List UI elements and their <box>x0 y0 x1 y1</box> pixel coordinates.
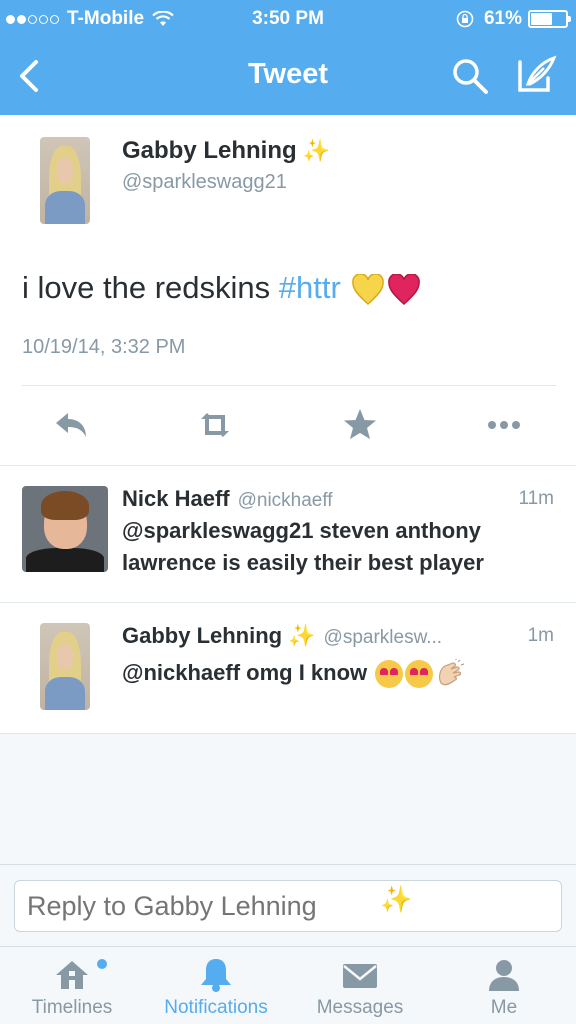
sparkles-emoji: ✨ <box>380 884 413 914</box>
battery-percent: 61% <box>483 8 522 29</box>
reply-input[interactable] <box>14 880 562 932</box>
battery-icon <box>528 10 571 28</box>
avatar-gabby-lehning[interactable] <box>40 623 90 710</box>
heart-eyes-emoji-icon <box>405 660 434 689</box>
search-icon[interactable] <box>450 56 490 96</box>
reply-handle: @nickhaeff <box>237 490 333 511</box>
avatar-nick-haeff[interactable] <box>22 486 108 572</box>
author-handle[interactable]: @sparkleswagg21 <box>122 171 287 194</box>
author-name[interactable]: Gabby Lehning ✨ <box>122 137 330 165</box>
favorite-star-icon[interactable] <box>340 405 380 445</box>
reply-text: @nickhaeff omg I know <box>122 657 552 689</box>
reply-handle: @sparklesw... <box>323 627 443 648</box>
sparkles-emoji: ✨ <box>302 138 331 163</box>
clapping-hands-icon <box>439 659 465 686</box>
retweet-icon[interactable] <box>195 405 235 445</box>
status-bar: T-Mobile 3:50 PM 61% <box>0 0 576 38</box>
reply-author[interactable]: Gabby Lehning ✨ @sparklesw... <box>122 623 442 649</box>
tab-messages[interactable]: Messages <box>288 947 432 1024</box>
reply-time: 1m <box>527 625 554 646</box>
reply-icon[interactable] <box>52 405 92 445</box>
avatar-gabby-lehning[interactable] <box>40 137 90 224</box>
rotation-lock-icon <box>456 10 474 28</box>
tab-timelines[interactable]: Timelines <box>0 947 144 1024</box>
tweet-timestamp: 10/19/14, 3:32 PM <box>22 336 186 358</box>
reply-time: 11m <box>518 488 554 509</box>
nav-bar: Tweet <box>0 38 576 115</box>
tab-me[interactable]: Me <box>432 947 576 1024</box>
reply-tweet[interactable]: Gabby Lehning ✨ @sparklesw... 1m @nickhaef… <box>0 602 576 733</box>
home-icon <box>56 961 88 989</box>
tab-bar: Timelines Notifications Messages Me <box>0 946 576 1024</box>
bell-icon <box>201 959 231 992</box>
divider <box>22 385 556 386</box>
more-options-icon[interactable] <box>484 405 524 445</box>
person-icon <box>489 960 519 991</box>
hashtag-link[interactable]: #httr <box>279 270 341 305</box>
top-bar: T-Mobile 3:50 PM 61% Tweet <box>0 0 576 115</box>
tab-notifications[interactable]: Notifications <box>144 947 288 1024</box>
status-right: 61% <box>456 8 571 30</box>
heart-eyes-emoji-icon <box>375 660 404 689</box>
red-heart-icon <box>388 273 421 305</box>
new-content-badge <box>97 959 107 969</box>
reply-author[interactable]: Nick Haeff @nickhaeff <box>122 486 333 512</box>
tweet-text: i love the redskins #httr <box>22 270 421 306</box>
envelope-icon <box>343 964 377 988</box>
compose-tweet-icon[interactable] <box>514 54 558 96</box>
sparkles-emoji: ✨ <box>288 623 316 648</box>
reply-text: @sparkleswagg21 steven anthony lawrence … <box>122 518 484 575</box>
yellow-heart-icon <box>352 273 385 305</box>
main-tweet: Gabby Lehning ✨ @sparkleswagg21 i love th… <box>0 115 576 465</box>
reply-composer <box>0 864 576 946</box>
battery-level <box>531 13 552 25</box>
reply-tweet[interactable]: Nick Haeff @nickhaeff 11m @sparkleswagg21… <box>0 465 576 602</box>
empty-area <box>0 733 576 864</box>
